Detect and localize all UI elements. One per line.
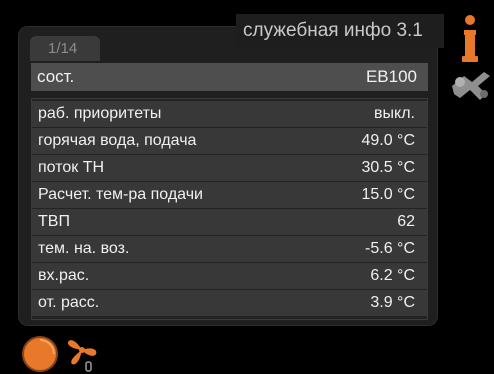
list-item-value: 6.2 °C [370,267,415,284]
list-item-label: тем. на. воз. [38,240,130,257]
list-item-value: 30.5 °C [361,159,415,176]
list-item-label: ТВП [38,213,70,230]
list-item[interactable]: ТВП 62 [32,209,427,235]
bottom-icons [20,328,120,374]
status-label: сост. [37,67,75,86]
list-item-label: поток ТН [38,159,105,176]
list-item-label: горячая вода, подача [38,132,197,149]
list-item[interactable]: вх.рас. 6.2 °C [32,263,427,289]
side-icons [450,10,494,120]
status-row[interactable]: сост. EB100 [31,63,428,91]
page-indicator-tab[interactable]: 1/14 [30,36,100,61]
screen: служебная инфо 3.1 1/14 сост. EB100 раб.… [0,0,494,374]
list-item-value: 62 [397,213,415,230]
list-item-value: 3.9 °C [370,294,415,311]
side-icons-svg [452,15,490,100]
bottom-icons-svg [22,336,97,372]
list-item[interactable]: Расчет. тем-ра подачи 15.0 °C [32,182,427,208]
list-item[interactable]: горячая вода, подача 49.0 °C [32,128,427,154]
list-item-value: выкл. [374,105,415,122]
fan-icon[interactable] [67,340,97,372]
status-value: EB100 [365,67,417,86]
info-list[interactable]: раб. приоритеты выкл. горячая вода, пода… [31,98,428,320]
list-item-value: -5.6 °C [365,240,415,257]
list-item-value: 15.0 °C [361,186,415,203]
list-item-label: вх.рас. [38,267,90,284]
list-item-label: Расчет. тем-ра подачи [38,186,203,203]
list-item[interactable]: от. расс. 3.9 °C [32,290,427,316]
list-item-value: 49.0 °C [361,132,415,149]
list-item[interactable]: поток ТН 30.5 °C [32,155,427,181]
list-item[interactable]: раб. приоритеты выкл. [32,101,427,127]
info-icon[interactable] [462,15,478,62]
list-item[interactable]: тем. на. воз. -5.6 °C [32,236,427,262]
page-title: служебная инфо 3.1 [236,14,444,48]
list-item-label: от. расс. [38,294,100,311]
list-item-label: раб. приоритеты [38,105,162,122]
tools-icon[interactable] [452,72,490,100]
dial-icon[interactable] [22,336,58,372]
